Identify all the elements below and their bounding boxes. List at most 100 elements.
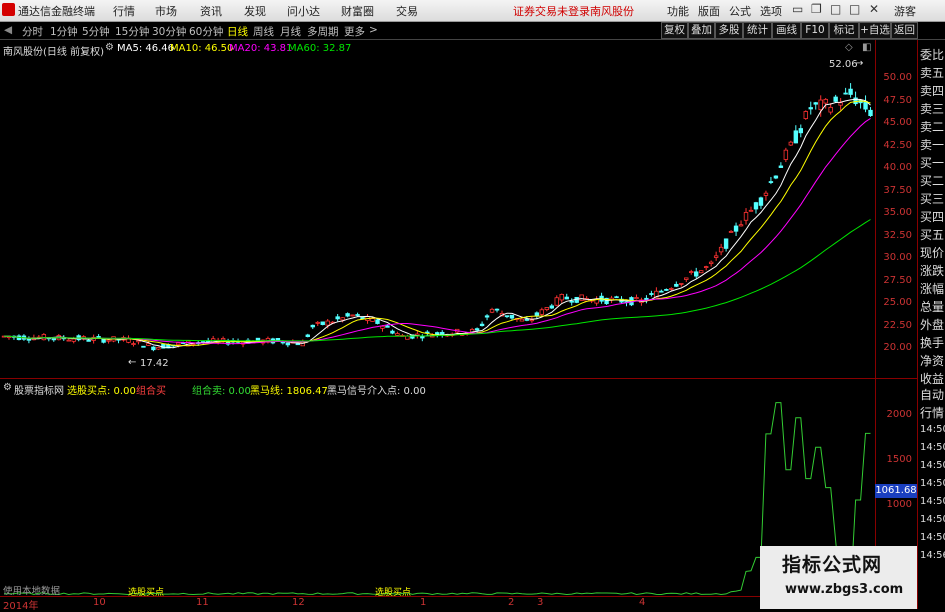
candle-body <box>783 149 789 160</box>
candle-body <box>684 277 689 280</box>
close-icon[interactable]: ✕ <box>869 2 879 16</box>
candle-body <box>494 308 500 311</box>
candle-body <box>793 130 799 144</box>
menu-options[interactable]: 选项 <box>760 3 782 19</box>
side-item[interactable]: 卖五 <box>920 64 944 81</box>
side-item[interactable]: 买三 <box>920 190 944 207</box>
period-tab[interactable]: 5分钟 <box>82 24 110 39</box>
price-tick: 40.00 <box>883 162 912 173</box>
side-item[interactable]: 买二 <box>920 172 944 189</box>
side-item[interactable]: 卖二 <box>920 118 944 135</box>
quote-side-panel[interactable]: 委比 卖五 卖四 卖三 卖二 卖一 买一 买二 买三 买四 买五 现价 涨跌 涨… <box>917 40 945 609</box>
minimize-icon[interactable]: ▭ <box>792 2 803 16</box>
back-button[interactable]: 返回 <box>891 22 918 39</box>
side-item[interactable]: 现价 <box>920 244 944 261</box>
indicator-tick: 1000 <box>886 499 912 510</box>
candle-body <box>310 324 315 328</box>
user-label[interactable]: 游客 <box>894 3 916 19</box>
adjust-button[interactable]: 复权 <box>661 22 688 39</box>
period-tab[interactable]: 30分钟 <box>152 24 186 39</box>
candle-body <box>146 343 151 346</box>
indicator-gear-icon[interactable]: ⚙ <box>3 382 12 393</box>
period-tab-more[interactable]: 更多 <box>344 24 365 39</box>
candle-body <box>315 321 320 324</box>
period-tab-active[interactable]: 日线 <box>227 24 248 39</box>
period-tab[interactable]: 多周期 <box>307 24 339 39</box>
period-tab[interactable]: 周线 <box>253 24 274 39</box>
menu-market[interactable]: 市场 <box>155 3 177 19</box>
stats-button[interactable]: 统计 <box>743 22 772 39</box>
menu-function[interactable]: 功能 <box>667 3 689 19</box>
candle-body <box>689 271 694 273</box>
login-status[interactable]: 证券交易未登录 <box>513 3 590 19</box>
mark-button[interactable]: 标记 <box>829 22 859 39</box>
price-tick: 25.00 <box>883 297 912 308</box>
candle-body <box>748 209 754 212</box>
side-item[interactable]: 卖一 <box>920 136 944 153</box>
period-tab[interactable]: 15分钟 <box>115 24 149 39</box>
candle-body <box>484 315 490 318</box>
multi-stock-button[interactable]: 多股 <box>715 22 743 39</box>
side-item[interactable]: 总量 <box>920 298 944 315</box>
candle-body <box>763 192 769 196</box>
side-item[interactable]: 买五 <box>920 226 944 243</box>
add-favorite-button[interactable]: +自选 <box>859 22 891 39</box>
candle-body <box>694 271 699 277</box>
candle-body <box>808 107 813 110</box>
side-item[interactable]: 净资 <box>920 352 944 369</box>
period-tab[interactable]: 60分钟 <box>189 24 223 39</box>
menu-ask[interactable]: 问小达 <box>287 3 320 19</box>
menu-discover[interactable]: 发现 <box>244 3 266 19</box>
candle-body <box>544 307 550 310</box>
chart-canvas[interactable] <box>0 40 917 596</box>
f10-button[interactable]: F10 <box>801 22 829 39</box>
menu-layout[interactable]: 版面 <box>698 3 720 19</box>
side-item[interactable]: 买四 <box>920 208 944 225</box>
candle-body <box>699 270 704 274</box>
side-item[interactable]: 委比 <box>920 46 944 63</box>
side-item[interactable]: 自动 <box>920 386 944 403</box>
high-price-label: 52.06 <box>829 59 858 70</box>
side-item[interactable]: 卖三 <box>920 100 944 117</box>
candle-body <box>823 98 828 104</box>
candle-body <box>519 318 525 322</box>
side-item[interactable]: 行情 <box>920 404 944 421</box>
price-tick: 42.50 <box>883 140 912 151</box>
pin-icon[interactable]: □ <box>830 2 841 16</box>
side-item[interactable]: 买一 <box>920 154 944 171</box>
candle-body <box>504 315 510 318</box>
candle-body <box>679 282 684 285</box>
period-tab[interactable]: 月线 <box>280 24 301 39</box>
candle-body <box>66 339 71 342</box>
draw-line-button[interactable]: 画线 <box>772 22 801 39</box>
menu-news[interactable]: 资讯 <box>200 3 222 19</box>
price-candles <box>1 83 873 352</box>
side-item[interactable]: 涨跌 <box>920 262 944 279</box>
candle-body <box>176 342 181 346</box>
period-tab[interactable]: 1分钟 <box>50 24 78 39</box>
indicator-tick: 2000 <box>886 409 912 420</box>
time-tick: 12 <box>292 597 305 608</box>
restore-icon[interactable]: ❐ <box>811 2 822 16</box>
menu-market-quotes[interactable]: 行情 <box>113 3 135 19</box>
period-tab[interactable]: 分时 <box>22 24 43 39</box>
side-item[interactable]: 外盘 <box>920 316 944 333</box>
side-item[interactable]: 涨幅 <box>920 280 944 297</box>
menu-trade[interactable]: 交易 <box>396 3 418 19</box>
data-source-note: 使用本地数据 <box>3 586 61 597</box>
collapse-icon[interactable]: ◀ <box>4 24 12 36</box>
maximize-icon[interactable]: □ <box>849 2 860 16</box>
more-arrow-icon[interactable]: > <box>369 24 378 36</box>
side-item[interactable]: 换手 <box>920 334 944 351</box>
watermark-title: 指标公式网 <box>782 554 883 576</box>
price-tick: 35.00 <box>883 207 912 218</box>
menu-formula[interactable]: 公式 <box>729 3 751 19</box>
overlay-button[interactable]: 叠加 <box>688 22 715 39</box>
candle-body <box>534 312 540 317</box>
menu-wealth-circle[interactable]: 财富圈 <box>341 3 374 19</box>
period-toolbar: ◀ 分时 1分钟 5分钟 15分钟 30分钟 60分钟 日线 周线 月线 多周期… <box>0 22 945 40</box>
candle-body <box>96 336 101 338</box>
price-tick: 20.00 <box>883 342 912 353</box>
side-item[interactable]: 收益 <box>920 370 944 387</box>
side-item[interactable]: 卖四 <box>920 82 944 99</box>
